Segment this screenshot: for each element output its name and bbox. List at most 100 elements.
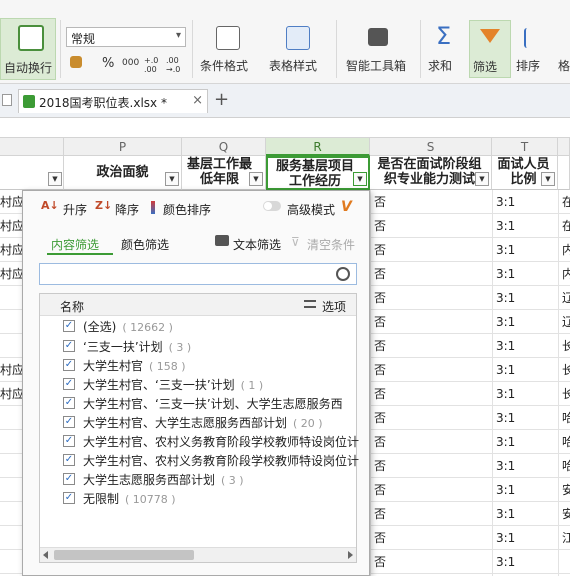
list-item[interactable]: (全选)( 12662 ) xyxy=(83,320,173,335)
smart-toolbox-label: 智能工具箱 xyxy=(346,59,407,73)
add-tab-button[interactable]: + xyxy=(214,89,229,110)
column-header-R[interactable]: R xyxy=(266,138,370,156)
list-options-button[interactable]: 选项 xyxy=(322,298,346,315)
search-icon[interactable] xyxy=(336,267,350,281)
checkbox[interactable]: ✓ xyxy=(63,473,75,485)
filter-active-icon[interactable]: ▼ xyxy=(353,172,367,186)
conditional-format-label: 条件格式 xyxy=(200,59,249,73)
checkbox[interactable]: ✓ xyxy=(63,435,75,447)
list-item[interactable]: 大学生村官、‘三支一扶’计划( 1 ) xyxy=(83,378,263,393)
filter-dropdown-icon[interactable]: ▼ xyxy=(165,172,179,186)
sigma-icon: Σ xyxy=(436,22,452,50)
auto-wrap-label: 自动换行 xyxy=(4,61,53,75)
header-cell-R[interactable]: 服务基层项目工作经历 ▼ xyxy=(266,156,370,190)
checkbox[interactable]: ✓ xyxy=(63,340,75,352)
chevron-down-icon: ▾ xyxy=(175,30,181,41)
filter-dropdown-icon[interactable]: ▼ xyxy=(475,172,489,186)
vip-badge-icon: V xyxy=(341,199,352,215)
clear-filter-icon: ⊽ xyxy=(291,235,300,249)
table-style-label: 表格样式 xyxy=(269,59,318,73)
clear-conditions-label: 清空条件 xyxy=(307,238,356,252)
file-tab-label: 2018国考职位表.xlsx * xyxy=(39,96,167,110)
currency-format-button[interactable] xyxy=(68,54,88,72)
list-item[interactable]: 大学生村官、农村义务教育阶段学校教师特设岗位计 xyxy=(83,454,365,469)
column-header-P[interactable]: P xyxy=(64,138,182,156)
options-menu-icon[interactable] xyxy=(304,300,316,308)
text-filter-button[interactable]: 文本筛选 xyxy=(215,233,287,252)
list-header-name: 名称 xyxy=(60,300,85,314)
percent-button[interactable]: % xyxy=(102,56,114,71)
thousands-separator-button[interactable]: 000 xyxy=(122,58,139,68)
advanced-mode-toggle[interactable] xyxy=(263,201,281,211)
spreadsheet-icon xyxy=(23,95,35,108)
header-text: 是否在面试阶段组织专业能力测试 xyxy=(377,157,482,187)
scrollbar-thumb[interactable] xyxy=(54,550,194,560)
list-item[interactable]: ‘三支一扶’计划( 3 ) xyxy=(83,340,191,355)
header-cell-Q[interactable]: 基层工作最低年限 ▼ xyxy=(182,156,266,190)
checkbox[interactable]: ✓ xyxy=(63,397,75,409)
scroll-right-icon[interactable] xyxy=(348,551,353,559)
color-sort-icon xyxy=(151,201,155,214)
filter-dropdown-icon[interactable]: ▼ xyxy=(249,172,263,186)
format-button[interactable]: 格 xyxy=(558,57,570,74)
search-input[interactable] xyxy=(39,263,357,285)
auto-wrap-button[interactable]: 自动换行 xyxy=(0,18,56,80)
sum-button[interactable]: Σ 求和 xyxy=(424,20,468,78)
text-filter-label: 文本筛选 xyxy=(233,238,282,252)
table-style-button[interactable]: 表格样式 xyxy=(264,20,330,78)
sort-button[interactable]: 排序 xyxy=(514,20,554,78)
conditional-format-button[interactable]: 条件格式 xyxy=(196,20,258,78)
text-filter-icon xyxy=(215,235,229,246)
column-header-T[interactable]: T xyxy=(492,138,558,156)
list-item[interactable]: 大学生村官、‘三支一扶’计划、大学生志愿服务西 xyxy=(83,397,349,412)
conditional-format-icon xyxy=(216,26,240,50)
list-item[interactable]: 大学生村官、农村义务教育阶段学校教师特设岗位计 xyxy=(83,435,365,450)
checkbox[interactable]: ✓ xyxy=(63,492,75,504)
increase-decimal-button[interactable]: +.0 .00 xyxy=(144,56,162,74)
table-style-icon xyxy=(286,26,310,50)
smart-toolbox-button[interactable]: 智能工具箱 xyxy=(342,20,414,78)
list-item[interactable]: 无限制( 10778 ) xyxy=(83,492,176,507)
close-tab-icon[interactable]: × xyxy=(192,93,203,108)
filter-dropdown-icon[interactable]: ▼ xyxy=(48,172,62,186)
sort-ascending-button[interactable]: A↓ 升序 xyxy=(41,199,91,217)
horizontal-scrollbar[interactable] xyxy=(40,547,356,562)
header-cell-S[interactable]: 是否在面试阶段组织专业能力测试 ▼ xyxy=(370,156,492,190)
sort-icon xyxy=(524,28,542,48)
currency-icon xyxy=(70,56,82,68)
column-header-Q[interactable]: Q xyxy=(182,138,266,156)
clear-conditions-button[interactable]: ⊽ 清空条件 xyxy=(289,233,363,252)
checkbox[interactable]: ✓ xyxy=(63,378,75,390)
tab-content-filter[interactable]: 内容筛选 xyxy=(51,236,99,253)
header-cell-P[interactable]: 政治面貌 ▼ xyxy=(64,156,182,190)
header-cell-U[interactable] xyxy=(558,156,570,190)
header-cell-T[interactable]: 面试人员比例 ▼ xyxy=(492,156,558,190)
funnel-icon xyxy=(480,29,500,43)
checkbox[interactable]: ✓ xyxy=(63,320,75,332)
header-cell-O[interactable]: ▼ xyxy=(0,156,64,190)
header-text: 政治面貌 xyxy=(96,165,149,180)
column-header-O[interactable] xyxy=(0,138,64,156)
doc-nav-icon[interactable] xyxy=(2,94,12,106)
advanced-mode-label: 高级模式 xyxy=(287,203,336,217)
checkbox[interactable]: ✓ xyxy=(63,454,75,466)
column-header-S[interactable]: S xyxy=(370,138,492,156)
filter-dropdown-icon[interactable]: ▼ xyxy=(541,172,555,186)
list-item[interactable]: 大学生志愿服务西部计划( 3 ) xyxy=(83,473,244,488)
tab-color-filter[interactable]: 颜色筛选 xyxy=(121,236,169,253)
list-header: 名称 选项 xyxy=(40,294,356,316)
checkbox[interactable]: ✓ xyxy=(63,359,75,371)
list-item[interactable]: 大学生村官、大学生志愿服务西部计划( 20 ) xyxy=(83,416,323,431)
filter-button[interactable]: 筛选 xyxy=(469,20,511,78)
scroll-left-icon[interactable] xyxy=(43,551,48,559)
sort-descending-button[interactable]: Z↓ 降序 xyxy=(95,199,147,217)
color-sort-button[interactable]: 颜色排序 xyxy=(149,199,221,217)
sort-ascending-label: 升序 xyxy=(63,203,88,217)
filter-panel: A↓ 升序 Z↓ 降序 颜色排序 高级模式 V 内容筛选 颜色筛选 文本筛选 ⊽… xyxy=(22,190,370,576)
checkbox[interactable]: ✓ xyxy=(63,416,75,428)
decrease-decimal-button[interactable]: .00 →.0 xyxy=(166,56,184,74)
list-item[interactable]: 大学生村官( 158 ) xyxy=(83,359,186,374)
number-format-select[interactable]: 常规 ▾ xyxy=(66,27,186,47)
column-header-U[interactable] xyxy=(558,138,570,156)
file-tab[interactable]: 2018国考职位表.xlsx * × xyxy=(18,89,208,113)
